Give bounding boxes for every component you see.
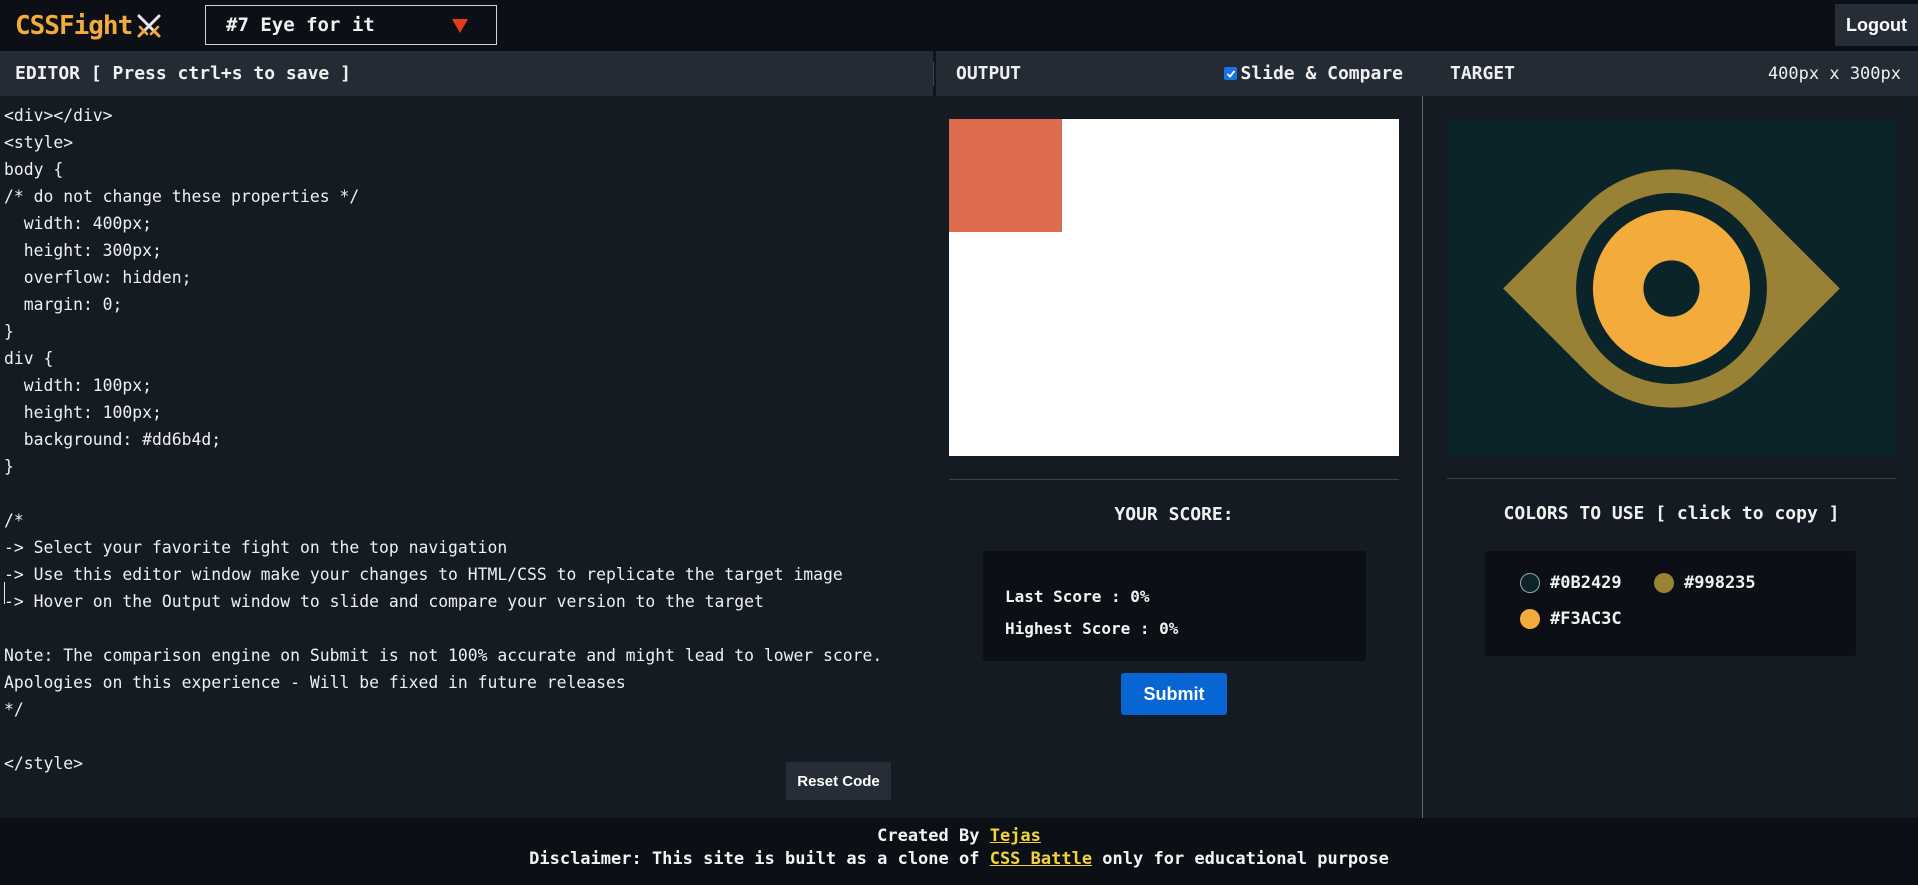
color-hex: #0B2429 <box>1550 573 1622 593</box>
colors-palette: #0B2429 #998235 #F3AC3C <box>1485 551 1856 656</box>
code-editor[interactable]: <div></div> <style> body { /* do not cha… <box>0 96 925 818</box>
output-preview[interactable] <box>949 119 1399 456</box>
color-hex: #998235 <box>1684 573 1756 593</box>
reset-code-button[interactable]: Reset Code <box>786 762 891 800</box>
crossed-swords-icon <box>137 14 161 38</box>
color-dot <box>1520 573 1540 593</box>
footer-credit: Created By Tejas <box>0 826 1918 846</box>
logo[interactable]: CSSFight <box>15 10 162 42</box>
output-header-label: OUTPUT <box>956 63 1022 84</box>
score-box: Last Score : 0% Highest Score : 0% <box>983 551 1366 661</box>
check-icon <box>1226 69 1236 78</box>
highest-score: Highest Score : 0% <box>1005 619 1179 638</box>
disclaimer-prefix: Disclaimer: This site is built as a clon… <box>529 849 990 869</box>
header-separator <box>933 62 934 86</box>
color-dot <box>1520 609 1540 629</box>
editor-header: EDITOR [ Press ctrl+s to save ] <box>0 51 933 96</box>
slide-compare-label: Slide & Compare <box>1240 63 1403 84</box>
output-divider <box>949 479 1399 480</box>
color-swatch-0b2429[interactable]: #0B2429 <box>1520 573 1622 593</box>
color-swatch-f3ac3c[interactable]: #F3AC3C <box>1520 609 1622 629</box>
slide-compare-checkbox[interactable] <box>1224 67 1238 80</box>
footer-credit-text: Created By <box>877 826 990 846</box>
slide-compare-toggle[interactable]: Slide & Compare <box>1224 63 1403 84</box>
footer-disclaimer: Disclaimer: This site is built as a clon… <box>0 849 1918 869</box>
target-pupil <box>1643 260 1700 317</box>
editor-header-label: EDITOR [ Press ctrl+s to save ] <box>15 63 351 84</box>
target-dimensions: 400px x 300px <box>1767 63 1901 84</box>
target-image <box>1447 120 1896 457</box>
logout-button[interactable]: Logout <box>1835 4 1918 46</box>
footer: Created By Tejas Disclaimer: This site i… <box>0 818 1918 885</box>
text-cursor <box>4 582 5 604</box>
logo-text: CSSFight <box>15 11 133 41</box>
author-link[interactable]: Tejas <box>990 826 1041 846</box>
target-header-label: TARGET <box>1450 63 1516 84</box>
caret-down-icon <box>452 19 468 33</box>
target-divider <box>1447 478 1896 479</box>
color-dot <box>1654 573 1674 593</box>
fight-select-label: #7 Eye for it <box>226 14 375 36</box>
score-title: YOUR SCORE: <box>1114 504 1234 525</box>
color-hex: #F3AC3C <box>1550 609 1622 629</box>
rendered-div <box>949 119 1062 232</box>
fight-select-dropdown[interactable]: #7 Eye for it <box>205 5 497 45</box>
code-editor-text[interactable]: <div></div> <style> body { /* do not cha… <box>4 102 882 777</box>
last-score: Last Score : 0% <box>1005 587 1150 606</box>
disclaimer-suffix: only for educational purpose <box>1092 849 1389 869</box>
submit-button[interactable]: Submit <box>1121 673 1227 715</box>
top-navigation: CSSFight #7 Eye for it Logout <box>0 0 1918 51</box>
css-battle-link[interactable]: CSS Battle <box>990 849 1092 869</box>
color-swatch-998235[interactable]: #998235 <box>1654 573 1756 593</box>
output-header: OUTPUT Slide & Compare <box>936 51 1423 96</box>
colors-title: COLORS TO USE [ click to copy ] <box>1503 503 1840 524</box>
target-header: TARGET 400px x 300px <box>1423 51 1918 96</box>
